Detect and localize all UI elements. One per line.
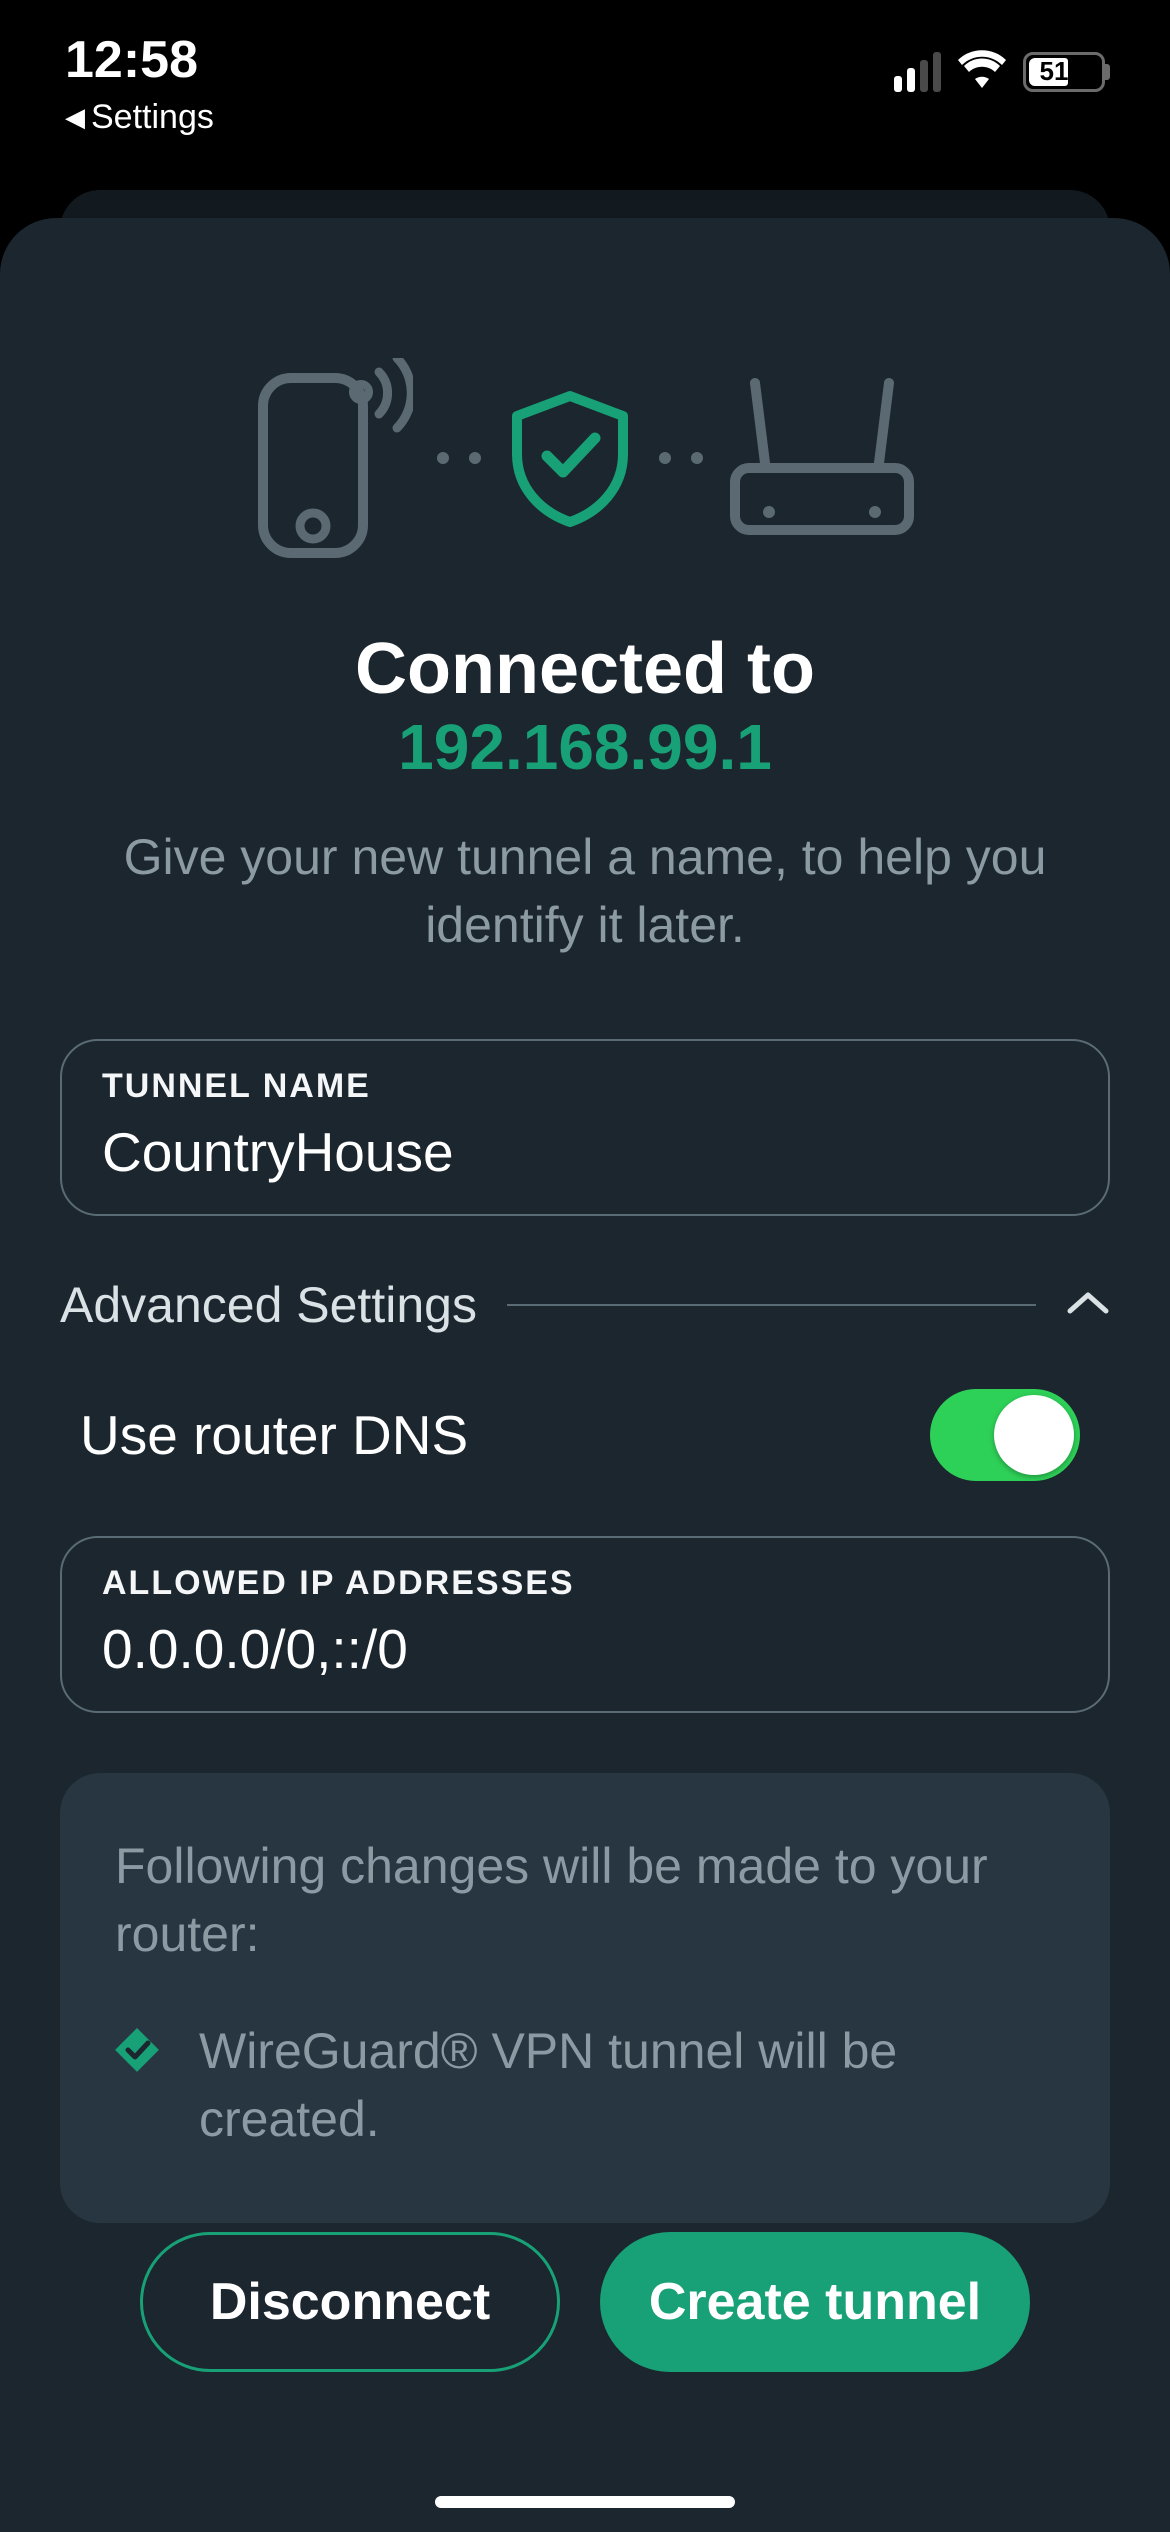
back-triangle-icon: ◀ <box>65 102 85 133</box>
router-icon <box>727 373 917 543</box>
tunnel-setup-sheet: Connected to 192.168.99.1 Give your new … <box>0 218 1170 2532</box>
action-bar: Disconnect Create tunnel <box>60 2232 1110 2452</box>
wifi-icon <box>957 50 1007 93</box>
allowed-ip-field[interactable]: ALLOWED IP ADDRESSES <box>60 1536 1110 1713</box>
create-tunnel-button[interactable]: Create tunnel <box>600 2232 1030 2372</box>
back-label: Settings <box>91 98 214 137</box>
tunnel-hint-text: Give your new tunnel a name, to help you… <box>60 824 1110 959</box>
use-router-dns-label: Use router DNS <box>80 1403 468 1467</box>
changes-card-item-text: WireGuard® VPN tunnel will be created. <box>199 2018 1055 2153</box>
status-bar: 12:58 ◀ Settings 51 <box>0 0 1170 130</box>
use-router-dns-row: Use router DNS <box>60 1389 1110 1481</box>
changes-card-item: WireGuard® VPN tunnel will be created. <box>115 2018 1055 2153</box>
chevron-up-icon <box>1066 1289 1110 1322</box>
changes-card: Following changes will be made to your r… <box>60 1773 1110 2223</box>
changes-card-intro: Following changes will be made to your r… <box>115 1833 1055 1968</box>
connected-to-label: Connected to <box>60 628 1110 710</box>
dots-left <box>437 452 481 464</box>
tunnel-name-label: TUNNEL NAME <box>102 1067 1068 1106</box>
shield-check-icon <box>505 388 635 528</box>
use-router-dns-switch[interactable] <box>930 1389 1080 1481</box>
status-time: 12:58 <box>65 30 214 90</box>
battery-percentage: 51 <box>1040 56 1069 87</box>
advanced-settings-label: Advanced Settings <box>60 1276 477 1334</box>
disconnect-button[interactable]: Disconnect <box>140 2232 560 2372</box>
connection-illustration <box>60 358 1110 558</box>
advanced-settings-toggle[interactable]: Advanced Settings <box>60 1276 1110 1334</box>
back-to-settings-link[interactable]: ◀ Settings <box>65 98 214 137</box>
tunnel-name-field[interactable]: TUNNEL NAME <box>60 1039 1110 1216</box>
allowed-ip-label: ALLOWED IP ADDRESSES <box>102 1564 1068 1603</box>
connection-heading: Connected to 192.168.99.1 <box>60 628 1110 784</box>
home-indicator[interactable] <box>435 2496 735 2508</box>
connected-ip-value: 192.168.99.1 <box>60 710 1110 784</box>
phone-signal-icon <box>253 358 413 558</box>
advanced-divider <box>507 1304 1036 1306</box>
dots-right <box>659 452 703 464</box>
cellular-signal-icon <box>894 52 941 92</box>
check-diamond-icon <box>115 2028 159 2072</box>
allowed-ip-input[interactable] <box>102 1617 1068 1681</box>
tunnel-name-input[interactable] <box>102 1120 1068 1184</box>
battery-icon: 51 <box>1023 52 1105 92</box>
